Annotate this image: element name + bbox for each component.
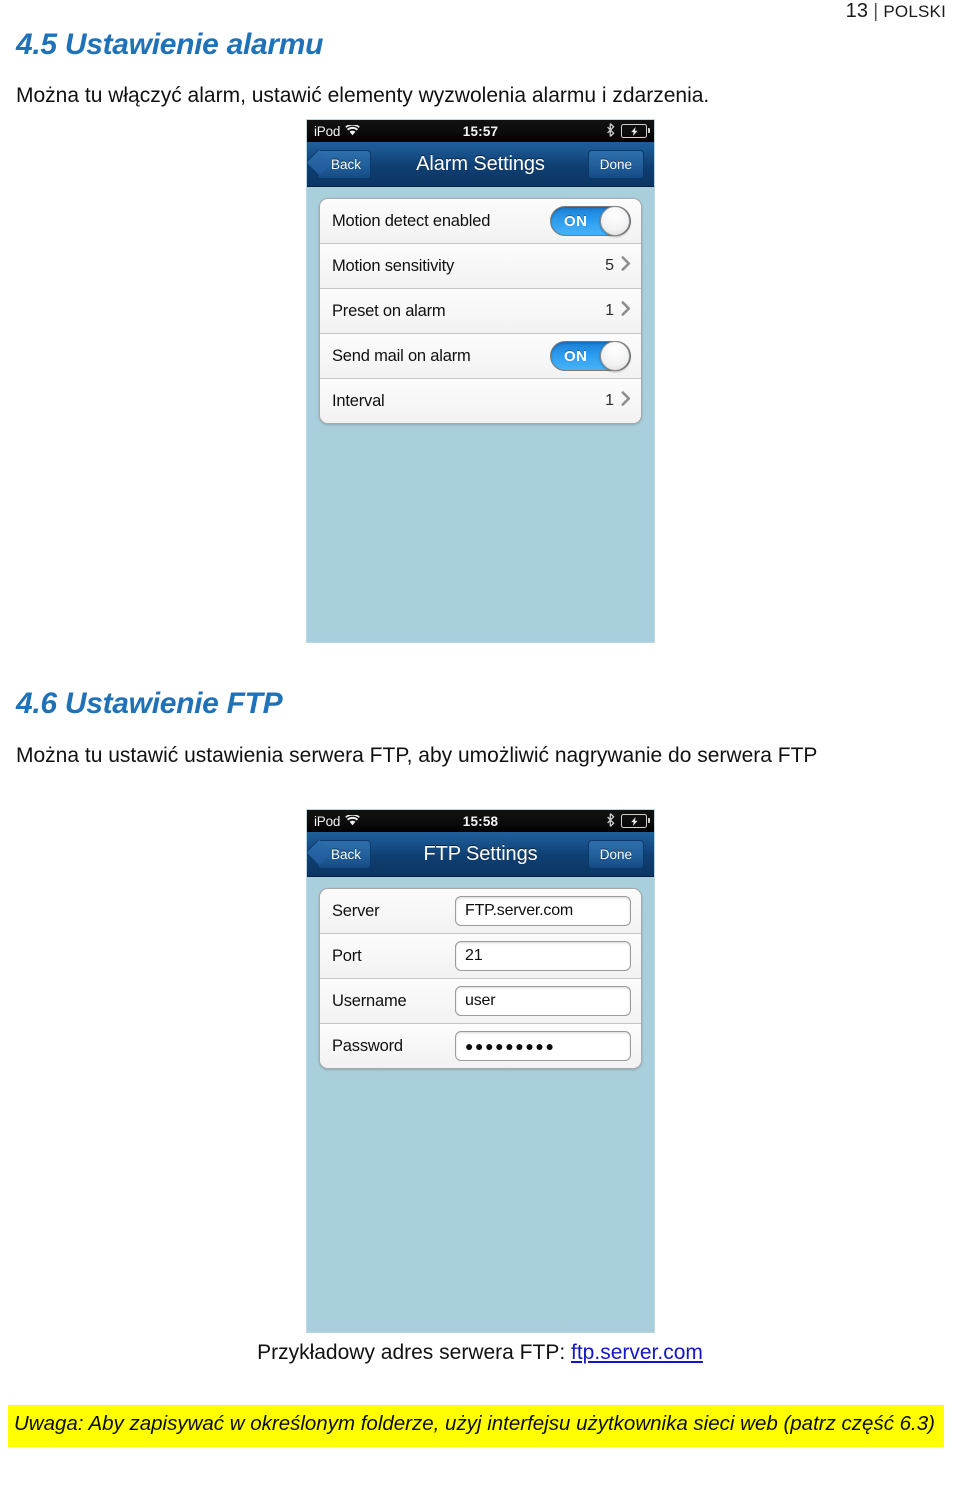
note-highlight: Uwaga: Aby zapisywać w określonym folder… bbox=[8, 1405, 944, 1447]
row-value: 1 bbox=[605, 392, 614, 409]
ftp-server-link[interactable]: ftp.server.com bbox=[571, 1341, 703, 1364]
ftp-example-caption: Przykładowy adres serwera FTP: ftp.serve… bbox=[0, 1341, 960, 1365]
done-button-label: Done bbox=[599, 156, 632, 172]
battery-charging-icon bbox=[621, 124, 650, 138]
page-number: 13 bbox=[845, 0, 869, 22]
send-mail-toggle[interactable]: ON bbox=[550, 341, 631, 371]
row-password[interactable]: Password ●●●●●●●●● bbox=[320, 1024, 641, 1068]
toggle-knob bbox=[600, 341, 630, 371]
back-button[interactable]: Back bbox=[317, 149, 372, 179]
section-heading-alarm: 4.5 Ustawienie alarmu bbox=[16, 28, 324, 61]
section-heading-ftp: 4.6 Ustawienie FTP bbox=[16, 687, 283, 720]
row-label: Password bbox=[332, 1036, 403, 1055]
row-motion-sensitivity[interactable]: Motion sensitivity 5 bbox=[320, 244, 641, 289]
chevron-right-icon bbox=[621, 256, 631, 276]
row-label: Motion sensitivity bbox=[332, 256, 455, 275]
password-input-value: ●●●●●●●●● bbox=[465, 1038, 556, 1054]
row-control: 1 bbox=[605, 391, 631, 411]
caption-text: Przykładowy adres serwera FTP: bbox=[257, 1341, 572, 1364]
row-control: ON bbox=[550, 206, 631, 236]
row-value: 5 bbox=[605, 257, 614, 274]
alarm-settings-group: Motion detect enabled ON Motion sensitiv… bbox=[319, 198, 642, 424]
row-send-mail-on-alarm[interactable]: Send mail on alarm ON bbox=[320, 334, 641, 379]
row-port[interactable]: Port 21 bbox=[320, 934, 641, 979]
page-header: 13 | POLSKI bbox=[846, 0, 946, 23]
chevron-right-icon bbox=[621, 391, 631, 411]
row-username[interactable]: Username user bbox=[320, 979, 641, 1024]
row-value: 1 bbox=[605, 302, 614, 319]
row-label: Preset on alarm bbox=[332, 301, 446, 320]
note-text: Uwaga: Aby zapisywać w określonym folder… bbox=[14, 1412, 935, 1435]
alarm-settings-screenshot: iPod 15:57 Back Alarm Settings Done Moti… bbox=[306, 119, 655, 643]
status-bar-right bbox=[606, 122, 650, 140]
bluetooth-icon bbox=[606, 812, 615, 830]
settings-list-container: Motion detect enabled ON Motion sensitiv… bbox=[307, 187, 654, 424]
password-input[interactable]: ●●●●●●●●● bbox=[455, 1031, 631, 1061]
page-language-label: POLSKI bbox=[883, 2, 946, 21]
row-label: Send mail on alarm bbox=[332, 346, 471, 365]
row-control: 1 bbox=[605, 301, 631, 321]
ftp-settings-screenshot: iPod 15:58 Back FTP Settings Done Server… bbox=[306, 809, 655, 1333]
toggle-state-label: ON bbox=[564, 347, 588, 365]
row-preset-on-alarm[interactable]: Preset on alarm 1 bbox=[320, 289, 641, 334]
done-button[interactable]: Done bbox=[587, 839, 644, 869]
row-label: Username bbox=[332, 991, 407, 1010]
page-header-separator: | bbox=[873, 1, 879, 22]
row-label: Motion detect enabled bbox=[332, 211, 491, 230]
row-label: Port bbox=[332, 946, 362, 965]
server-input-value: FTP.server.com bbox=[465, 902, 574, 919]
status-bar: iPod 15:57 bbox=[307, 120, 654, 142]
back-button[interactable]: Back bbox=[317, 839, 372, 869]
status-bar-right bbox=[606, 812, 650, 830]
bluetooth-icon bbox=[606, 122, 615, 140]
server-input[interactable]: FTP.server.com bbox=[455, 896, 631, 926]
motion-detect-toggle[interactable]: ON bbox=[550, 206, 631, 236]
done-button[interactable]: Done bbox=[587, 149, 644, 179]
battery-charging-icon bbox=[621, 814, 650, 828]
status-bar: iPod 15:58 bbox=[307, 810, 654, 832]
row-control: 5 bbox=[605, 256, 631, 276]
status-bar-clock: 15:57 bbox=[462, 123, 499, 139]
toggle-knob bbox=[600, 206, 630, 236]
ftp-settings-group: Server FTP.server.com Port 21 Username u… bbox=[319, 888, 642, 1069]
row-interval[interactable]: Interval 1 bbox=[320, 379, 641, 423]
row-server[interactable]: Server FTP.server.com bbox=[320, 889, 641, 934]
row-control: ON bbox=[550, 341, 631, 371]
navigation-bar: Back Alarm Settings Done bbox=[307, 142, 654, 187]
section-paragraph-ftp: Można tu ustawić ustawienia serwera FTP,… bbox=[16, 744, 818, 767]
status-bar-clock: 15:58 bbox=[462, 813, 499, 829]
toggle-state-label: ON bbox=[564, 212, 588, 230]
back-button-label: Back bbox=[331, 846, 362, 862]
back-button-label: Back bbox=[331, 156, 362, 172]
port-input-value: 21 bbox=[465, 947, 483, 964]
chevron-right-icon bbox=[621, 301, 631, 321]
port-input[interactable]: 21 bbox=[455, 941, 631, 971]
section-paragraph-alarm: Można tu włączyć alarm, ustawić elementy… bbox=[16, 84, 710, 107]
row-label: Interval bbox=[332, 391, 385, 410]
username-input-value: user bbox=[465, 992, 496, 1009]
done-button-label: Done bbox=[599, 846, 632, 862]
ftp-form-container: Server FTP.server.com Port 21 Username u… bbox=[307, 877, 654, 1069]
row-label: Server bbox=[332, 901, 380, 920]
navigation-bar: Back FTP Settings Done bbox=[307, 832, 654, 877]
username-input[interactable]: user bbox=[455, 986, 631, 1016]
row-motion-detect-enabled[interactable]: Motion detect enabled ON bbox=[320, 199, 641, 244]
